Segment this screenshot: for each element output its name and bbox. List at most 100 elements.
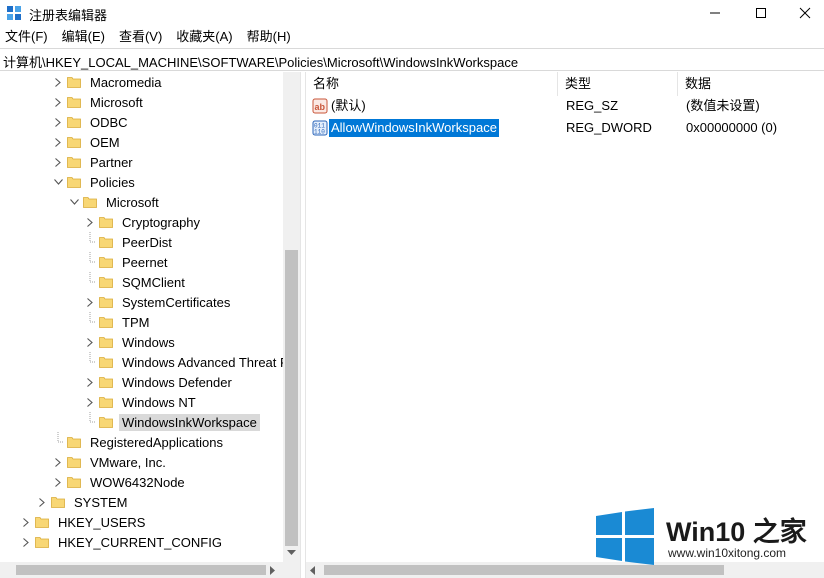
folder-icon — [51, 496, 65, 508]
scroll-right-arrow-icon[interactable] — [270, 566, 276, 575]
menu-favorites[interactable]: 收藏夹(A) — [169, 26, 239, 48]
tree-item[interactable]: Cryptography — [84, 212, 203, 232]
tree-item[interactable]: OEM — [52, 132, 123, 152]
scroll-thumb[interactable] — [285, 250, 298, 546]
chevron-right-icon[interactable] — [84, 212, 96, 232]
tree-item[interactable]: Windows Advanced Threat P — [84, 352, 292, 372]
chevron-right-icon[interactable] — [20, 512, 32, 532]
maximize-button[interactable] — [738, 0, 784, 26]
chevron-down-icon[interactable] — [52, 172, 64, 192]
tree-item[interactable]: Macromedia — [52, 72, 165, 92]
title-bar[interactable]: 注册表编辑器 — [0, 0, 824, 26]
tree-item[interactable]: PeerDist — [84, 232, 175, 252]
tree-connector — [52, 432, 64, 452]
tree-item[interactable]: Peernet — [84, 252, 171, 272]
tree-item[interactable]: Windows NT — [84, 392, 199, 412]
window-title: 注册表编辑器 — [29, 8, 108, 23]
minimize-button[interactable] — [692, 0, 738, 26]
tree-item[interactable]: TPM — [84, 312, 152, 332]
address-path[interactable]: 计算机\HKEY_LOCAL_MACHINE\SOFTWARE\Policies… — [3, 52, 518, 71]
tree-item-label: SystemCertificates — [122, 294, 231, 310]
chevron-right-icon[interactable] — [52, 132, 64, 152]
value-row-selected[interactable]: 011 110 AllowWindowsInkWorkspace REG_DWO… — [306, 118, 824, 138]
tree-connector — [84, 412, 96, 432]
chevron-right-icon[interactable] — [52, 452, 64, 472]
tree-connector — [84, 272, 96, 292]
maximize-icon — [756, 8, 766, 18]
value-row[interactable]: ab (默认) REG_SZ (数值未设置) — [306, 96, 824, 116]
chevron-right-icon[interactable] — [84, 292, 96, 312]
scroll-thumb[interactable] — [16, 565, 266, 575]
tree-item[interactable]: Microsoft — [52, 92, 146, 112]
tree-item[interactable]: SystemCertificates — [84, 292, 233, 312]
tree-item[interactable]: Partner — [52, 152, 136, 172]
value-name: (默认) — [331, 98, 366, 113]
folder-icon — [67, 96, 81, 108]
tree-item[interactable]: SYSTEM — [36, 492, 130, 512]
tree-item[interactable]: Policies — [52, 172, 138, 192]
address-bar[interactable]: 计算机\HKEY_LOCAL_MACHINE\SOFTWARE\Policies… — [0, 48, 824, 71]
key-tree[interactable]: Macromedia Microsoft ODBC OEM Partner Policie… — [0, 72, 300, 578]
tree-item-label: WOW6432Node — [90, 474, 185, 490]
folder-icon — [67, 136, 81, 148]
chevron-right-icon[interactable] — [20, 532, 32, 552]
svg-text:110: 110 — [314, 129, 325, 136]
tree-item[interactable]: RegisteredApplications — [52, 432, 226, 452]
menu-view[interactable]: 查看(V) — [112, 26, 169, 48]
value-name: AllowWindowsInkWorkspace — [328, 118, 500, 138]
chevron-right-icon[interactable] — [52, 92, 64, 112]
folder-icon — [99, 416, 113, 428]
values-list[interactable]: 名称 类型 数据 ab (默认) REG_SZ (数值未设置) 011 110 … — [306, 72, 824, 578]
tree-item-selected[interactable]: WindowsInkWorkspace — [84, 412, 260, 432]
tree-item-label: Windows NT — [122, 394, 196, 410]
folder-icon — [67, 456, 81, 468]
minimize-icon — [710, 12, 720, 14]
menu-edit[interactable]: 编辑(E) — [55, 26, 112, 48]
tree-item-label: PeerDist — [122, 234, 172, 250]
tree-item-label: VMware, Inc. — [90, 454, 166, 470]
scroll-down-arrow-icon[interactable] — [287, 550, 296, 556]
tree-item[interactable]: Windows — [84, 332, 178, 352]
tree-item[interactable]: ODBC — [52, 112, 131, 132]
svg-text:ab: ab — [315, 102, 326, 112]
column-header-name[interactable]: 名称 — [306, 72, 558, 96]
string-value-icon: ab — [312, 98, 328, 114]
folder-icon — [67, 476, 81, 488]
chevron-right-icon[interactable] — [36, 492, 48, 512]
tree-item-label: Windows Advanced Threat P — [122, 354, 289, 370]
close-button[interactable] — [782, 0, 824, 26]
folder-icon — [99, 256, 113, 268]
tree-item[interactable]: Microsoft — [68, 192, 162, 212]
menu-file[interactable]: 文件(F) — [0, 26, 55, 48]
chevron-right-icon[interactable] — [52, 472, 64, 492]
tree-connector — [84, 312, 96, 332]
tree-horizontal-scrollbar[interactable] — [0, 562, 300, 578]
watermark: Win10 之家 www.win10xitong.com — [590, 506, 820, 568]
folder-icon — [99, 336, 113, 348]
scroll-left-arrow-icon[interactable] — [310, 566, 316, 575]
column-header-data[interactable]: 数据 — [678, 72, 824, 96]
tree-item[interactable]: VMware, Inc. — [52, 452, 169, 472]
tree-item[interactable]: SQMClient — [84, 272, 188, 292]
menu-bar: 文件(F) 编辑(E) 查看(V) 收藏夹(A) 帮助(H) — [0, 26, 824, 48]
chevron-right-icon[interactable] — [52, 152, 64, 172]
tree-item[interactable]: WOW6432Node — [52, 472, 188, 492]
menu-help[interactable]: 帮助(H) — [240, 26, 298, 48]
tree-item[interactable]: HKEY_USERS — [20, 512, 148, 532]
tree-item-label: HKEY_USERS — [58, 514, 146, 530]
chevron-right-icon[interactable] — [52, 112, 64, 132]
tree-item-label: Macromedia — [90, 74, 162, 90]
tree-item-label: OEM — [90, 134, 120, 150]
tree-connector — [84, 352, 96, 372]
chevron-right-icon[interactable] — [84, 332, 96, 352]
column-header-type[interactable]: 类型 — [558, 72, 678, 96]
chevron-right-icon[interactable] — [84, 372, 96, 392]
tree-item[interactable]: HKEY_CURRENT_CONFIG — [20, 532, 225, 552]
chevron-right-icon[interactable] — [52, 72, 64, 92]
tree-item[interactable]: Windows Defender — [84, 372, 235, 392]
folder-icon — [83, 196, 97, 208]
chevron-right-icon[interactable] — [84, 392, 96, 412]
tree-vertical-scrollbar[interactable] — [283, 72, 300, 562]
chevron-down-icon[interactable] — [68, 192, 80, 212]
watermark-brand: Win10 之家 — [666, 517, 807, 547]
